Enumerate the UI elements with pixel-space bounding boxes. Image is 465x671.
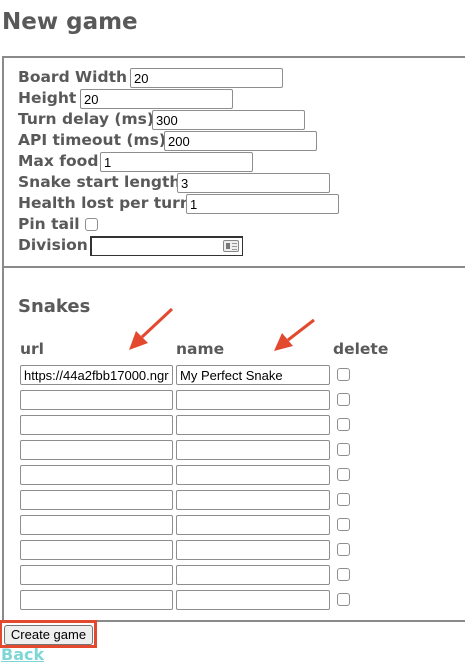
snake-url-input[interactable] (20, 365, 173, 385)
snake-delete-checkbox[interactable] (337, 468, 350, 481)
snake-delete-checkbox[interactable] (337, 368, 350, 381)
api-timeout-label: API timeout (ms) (18, 131, 166, 149)
health-lost-input[interactable] (186, 194, 339, 214)
height-label: Height (18, 89, 77, 107)
snake-name-input[interactable] (176, 540, 330, 560)
snake-start-length-label: Snake start length (18, 173, 181, 191)
snake-delete-checkbox[interactable] (337, 543, 350, 556)
turn-delay-label: Turn delay (ms) (18, 110, 154, 128)
snake-url-input[interactable] (20, 565, 173, 585)
snake-url-input[interactable] (20, 490, 173, 510)
board-width-input[interactable] (130, 68, 283, 88)
back-link[interactable]: Back (1, 645, 44, 664)
name-column-header: name (176, 340, 225, 358)
max-food-input[interactable] (100, 152, 253, 172)
snake-url-input[interactable] (20, 390, 173, 410)
delete-column-header: delete (333, 340, 389, 358)
max-food-label: Max food (18, 152, 99, 170)
snake-name-input[interactable] (176, 565, 330, 585)
snake-name-input[interactable] (176, 440, 330, 460)
page-title: New game (2, 9, 138, 35)
division-label: Division (18, 236, 88, 254)
pin-tail-checkbox[interactable] (85, 218, 98, 231)
snake-url-input[interactable] (20, 515, 173, 535)
snake-name-input[interactable] (176, 490, 330, 510)
division-input[interactable] (90, 236, 243, 256)
snake-name-input[interactable] (176, 515, 330, 535)
snakes-heading: Snakes (18, 296, 91, 317)
turn-delay-input[interactable] (152, 110, 305, 130)
contact-card-icon[interactable] (223, 240, 239, 252)
snake-name-input[interactable] (176, 465, 330, 485)
snake-name-input[interactable] (176, 390, 330, 410)
url-column-header: url (20, 340, 44, 358)
snake-delete-checkbox[interactable] (337, 443, 350, 456)
snake-url-input[interactable] (20, 590, 173, 610)
snake-name-input[interactable] (176, 365, 330, 385)
snakes-fieldset: Snakes url name delete (2, 266, 465, 622)
snake-delete-checkbox[interactable] (337, 493, 350, 506)
snake-delete-checkbox[interactable] (337, 393, 350, 406)
snake-url-input[interactable] (20, 540, 173, 560)
pin-tail-label: Pin tail (18, 215, 80, 233)
snake-delete-checkbox[interactable] (337, 568, 350, 581)
snake-delete-checkbox[interactable] (337, 593, 350, 606)
snake-start-length-input[interactable] (177, 173, 330, 193)
snake-url-input[interactable] (20, 415, 173, 435)
snake-url-input[interactable] (20, 440, 173, 460)
snake-name-input[interactable] (176, 590, 330, 610)
settings-fieldset: Board Width Height Turn delay (ms) API t… (2, 56, 465, 268)
snake-url-input[interactable] (20, 465, 173, 485)
health-lost-label: Health lost per turn (18, 194, 191, 212)
create-game-button[interactable]: Create game (4, 625, 93, 645)
board-width-label: Board Width (18, 68, 128, 86)
snake-name-input[interactable] (176, 415, 330, 435)
snake-delete-checkbox[interactable] (337, 418, 350, 431)
height-input[interactable] (80, 89, 233, 109)
snake-delete-checkbox[interactable] (337, 518, 350, 531)
api-timeout-input[interactable] (164, 131, 317, 151)
